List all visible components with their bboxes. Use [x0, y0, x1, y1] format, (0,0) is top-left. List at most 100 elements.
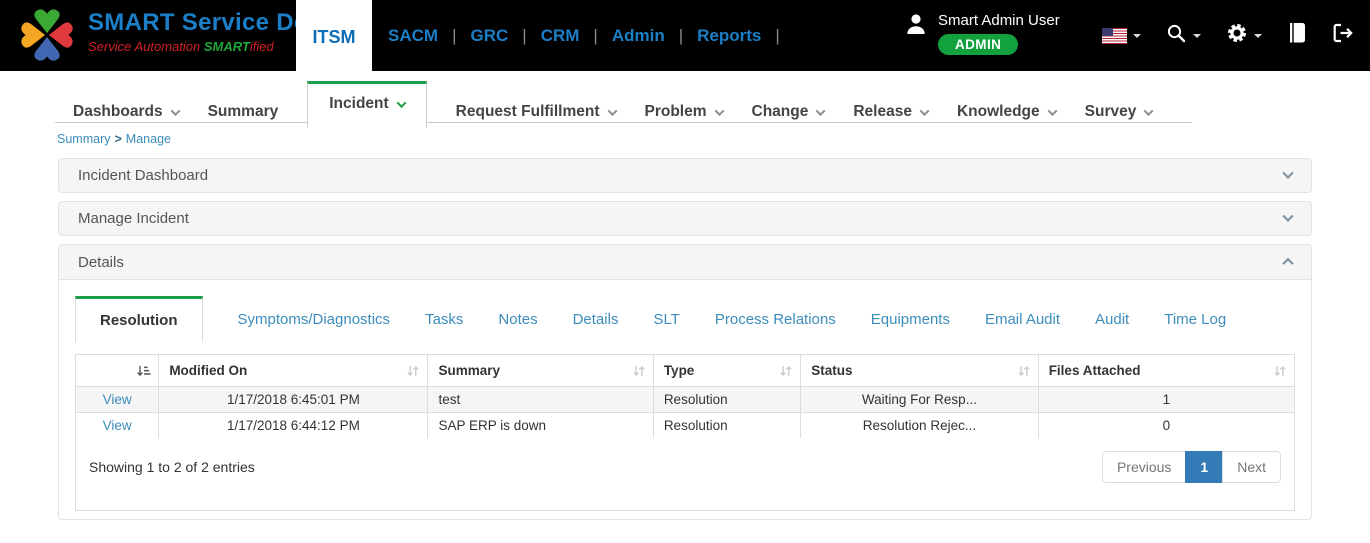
- sort-both-icon: [1273, 364, 1287, 378]
- cell-modified-on: 1/17/2018 6:44:12 PM: [158, 412, 428, 438]
- chevron-down-icon: [714, 105, 724, 116]
- chevron-down-icon: [1047, 105, 1058, 116]
- chevron-down-icon: [170, 105, 181, 116]
- us-flag-icon: [1102, 27, 1127, 44]
- incident-dashboard-panel-header[interactable]: Incident Dashboard: [58, 158, 1312, 193]
- logout-button[interactable]: [1332, 22, 1354, 49]
- search-icon: [1166, 23, 1187, 49]
- nav-sacm[interactable]: SACM: [388, 26, 438, 46]
- tab-summary[interactable]: Summary: [208, 102, 279, 122]
- column-header-files-attached[interactable]: Files Attached: [1037, 355, 1294, 387]
- nav-separator: |: [678, 25, 684, 45]
- user-info: Smart Admin User ADMIN: [938, 12, 1060, 55]
- nav-separator: |: [593, 25, 598, 45]
- cell-type: Resolution: [652, 386, 801, 413]
- tab-slt[interactable]: SLT: [653, 311, 679, 328]
- details-panel-body: Resolution Symptoms/Diagnostics Tasks No…: [59, 280, 1311, 519]
- module-nav-items: Dashboards Summary Incident Request Fulf…: [73, 81, 1154, 129]
- tab-tasks[interactable]: Tasks: [425, 311, 463, 328]
- sort-both-icon: [406, 364, 420, 378]
- nav-crm[interactable]: CRM: [541, 26, 580, 46]
- nav-itsm-tab[interactable]: ITSM: [296, 0, 372, 75]
- caret-down-icon: [1133, 33, 1141, 38]
- tab-audit[interactable]: Audit: [1095, 311, 1129, 328]
- tab-change[interactable]: Change: [751, 102, 826, 122]
- breadcrumb-manage[interactable]: Manage: [126, 132, 171, 146]
- tab-equipments[interactable]: Equipments: [871, 311, 950, 328]
- tab-process-relations[interactable]: Process Relations: [715, 311, 836, 328]
- tab-symptoms-diagnostics[interactable]: Symptoms/Diagnostics: [238, 311, 391, 328]
- column-header-actions[interactable]: [76, 355, 159, 387]
- nav-admin[interactable]: Admin: [612, 26, 665, 46]
- table-header-row: Modified On Summary Type Status Files At…: [76, 355, 1294, 387]
- tab-dashboards[interactable]: Dashboards: [73, 102, 181, 122]
- app-window: SMART Service Desk Service Automation SM…: [0, 0, 1370, 543]
- search-menu[interactable]: [1166, 23, 1201, 49]
- panel-title: Manage Incident: [78, 210, 189, 227]
- column-header-status[interactable]: Status: [800, 355, 1039, 387]
- book-icon: [1287, 22, 1307, 49]
- manage-incident-panel-header[interactable]: Manage Incident: [58, 201, 1312, 236]
- tab-notes[interactable]: Notes: [498, 311, 537, 328]
- tab-knowledge[interactable]: Knowledge: [957, 102, 1058, 122]
- nav-separator: |: [775, 25, 780, 45]
- tab-details[interactable]: Details: [573, 311, 619, 328]
- cell-files-attached: 1: [1037, 386, 1294, 413]
- previous-page-button[interactable]: Previous: [1101, 451, 1187, 483]
- knowledge-book-button[interactable]: [1287, 22, 1307, 49]
- cell-status: Waiting For Resp...: [800, 386, 1039, 413]
- column-header-summary[interactable]: Summary: [427, 355, 654, 387]
- user-block: Smart Admin User ADMIN: [905, 12, 1060, 55]
- tab-label: Release: [853, 103, 912, 120]
- next-page-button[interactable]: Next: [1222, 451, 1281, 483]
- details-panel-header[interactable]: Details: [59, 245, 1311, 280]
- column-header-type[interactable]: Type: [652, 355, 801, 387]
- chevron-down-icon: [815, 105, 826, 116]
- entries-info: Showing 1 to 2 of 2 entries: [89, 459, 255, 475]
- table-row: View 1/17/2018 6:45:01 PM test Resolutio…: [76, 386, 1294, 413]
- tab-request-fulfillment[interactable]: Request Fulfillment: [455, 102, 617, 122]
- table-footer: Showing 1 to 2 of 2 entries Previous 1 N…: [76, 438, 1294, 510]
- cell-summary: test: [427, 386, 654, 413]
- breadcrumb-summary[interactable]: Summary: [57, 132, 110, 146]
- sort-both-icon: [632, 364, 646, 378]
- sort-active-icon: [136, 364, 151, 378]
- view-link[interactable]: View: [103, 418, 132, 433]
- tagline-prefix: Service Automation: [88, 39, 204, 54]
- sort-both-icon: [1017, 364, 1031, 378]
- detail-tabs: Resolution Symptoms/Diagnostics Tasks No…: [75, 296, 1295, 342]
- tab-label: Problem: [644, 103, 707, 120]
- tab-email-audit[interactable]: Email Audit: [985, 311, 1060, 328]
- nav-reports[interactable]: Reports: [697, 26, 761, 46]
- tab-time-log[interactable]: Time Log: [1164, 311, 1226, 328]
- resolution-table-container: Modified On Summary Type Status Files At…: [75, 354, 1295, 511]
- user-role-badge[interactable]: ADMIN: [938, 34, 1019, 55]
- sort-both-icon: [779, 364, 793, 378]
- user-icon: [905, 12, 927, 55]
- tab-incident[interactable]: Incident: [307, 81, 427, 128]
- table-row: View 1/17/2018 6:44:12 PM SAP ERP is dow…: [76, 412, 1294, 438]
- nav-grc[interactable]: GRC: [470, 26, 508, 46]
- column-header-modified-on[interactable]: Modified On: [158, 355, 428, 387]
- tab-label: Change: [751, 103, 809, 120]
- language-selector[interactable]: [1102, 27, 1141, 44]
- page-1-button[interactable]: 1: [1185, 451, 1224, 483]
- tab-label: Request Fulfillment: [455, 103, 600, 120]
- top-navigation: SACM | GRC | CRM | Admin | Reports |: [388, 0, 780, 71]
- caret-down-icon: [1193, 33, 1201, 38]
- tab-label: Dashboards: [73, 103, 163, 120]
- tab-problem[interactable]: Problem: [644, 102, 724, 122]
- tab-resolution[interactable]: Resolution: [75, 296, 203, 342]
- nav-separator: |: [452, 25, 457, 45]
- chevron-down-icon: [1143, 105, 1154, 116]
- tab-survey[interactable]: Survey: [1085, 102, 1154, 122]
- settings-menu[interactable]: [1226, 22, 1262, 49]
- column-label: Type: [663, 363, 695, 378]
- column-label: Files Attached: [1048, 363, 1141, 378]
- cell-files-attached: 0: [1037, 412, 1294, 438]
- view-link[interactable]: View: [103, 392, 132, 407]
- chevron-down-icon: [607, 105, 617, 116]
- app-header: SMART Service Desk Service Automation SM…: [0, 0, 1370, 75]
- tab-release[interactable]: Release: [853, 102, 930, 122]
- breadcrumb-separator: >: [114, 132, 122, 146]
